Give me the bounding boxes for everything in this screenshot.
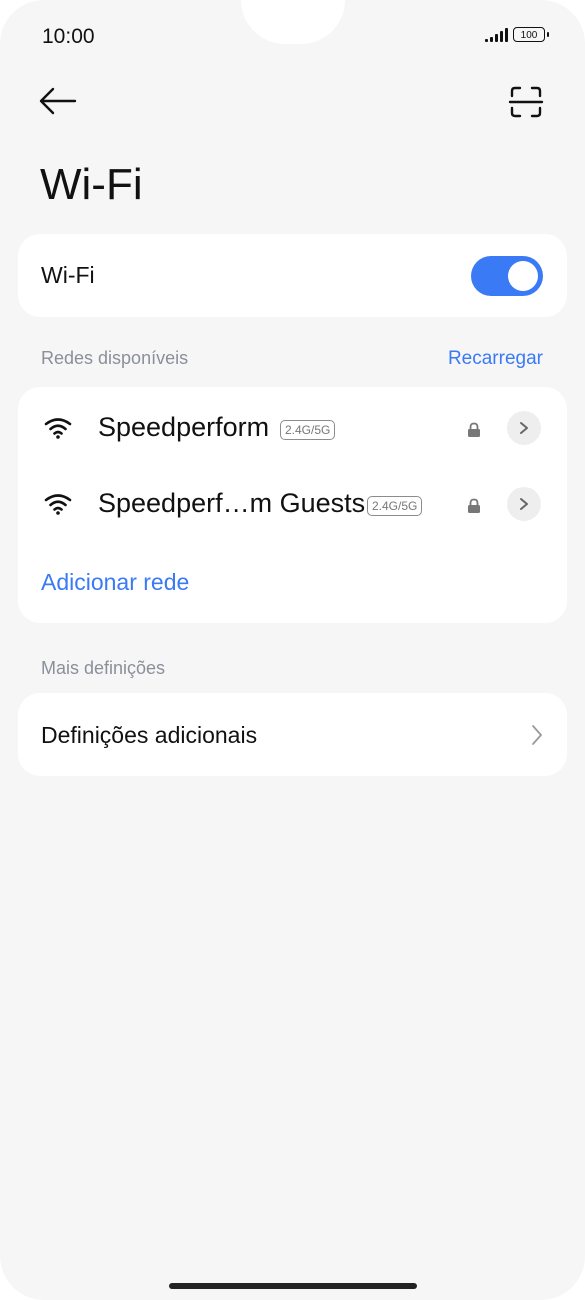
camera-notch <box>241 0 345 44</box>
additional-settings-label: Definições adicionais <box>41 722 258 748</box>
scan-qr-icon <box>508 86 544 118</box>
phone-screen: 10:00 100 Wi-Fi Wi-Fi Redes disponíveis … <box>0 0 585 1300</box>
wifi-toggle-card: Wi-Fi <box>18 234 567 317</box>
wifi-toggle-label: Wi-Fi <box>41 262 95 288</box>
page-title: Wi-Fi <box>40 160 143 209</box>
add-network-button[interactable]: Adicionar rede <box>41 569 189 596</box>
network-name: Speedperform <box>98 412 270 442</box>
battery-icon: 100 <box>513 27 549 42</box>
lock-icon <box>468 498 480 513</box>
available-networks-header: Redes disponíveis <box>41 348 189 368</box>
band-badge: 2.4G/5G <box>280 420 336 440</box>
wifi-signal-icon <box>44 494 72 515</box>
refresh-button[interactable]: Recarregar <box>448 348 543 370</box>
network-details-button[interactable] <box>507 487 541 521</box>
additional-settings-item[interactable]: Definições adicionais <box>18 693 567 776</box>
networks-card: Speedperform 2.4G/5G Speedperf…m Guests … <box>18 387 567 623</box>
network-name: Speedperf…m Guests <box>98 488 366 518</box>
network-row-speedperform-guests[interactable]: Speedperf…m Guests 2.4G/5G <box>18 468 567 538</box>
chevron-right-icon <box>520 498 528 510</box>
network-details-button[interactable] <box>507 411 541 445</box>
lock-icon <box>468 422 480 437</box>
more-settings-header: Mais definições <box>41 658 166 678</box>
back-button[interactable] <box>38 85 78 117</box>
status-icons: 100 <box>485 27 549 42</box>
chevron-right-icon <box>520 422 528 434</box>
home-indicator[interactable] <box>169 1283 417 1289</box>
scan-qr-button[interactable] <box>508 85 544 119</box>
chevron-right-icon <box>532 725 542 745</box>
status-time: 10:00 <box>42 25 95 48</box>
signal-icon <box>485 28 508 42</box>
wifi-toggle-switch[interactable] <box>471 256 543 296</box>
toggle-knob <box>508 261 538 291</box>
arrow-left-icon <box>39 87 77 115</box>
wifi-signal-icon <box>44 418 72 439</box>
band-badge: 2.4G/5G <box>367 496 423 516</box>
network-row-speedperform[interactable]: Speedperform 2.4G/5G <box>18 392 567 462</box>
